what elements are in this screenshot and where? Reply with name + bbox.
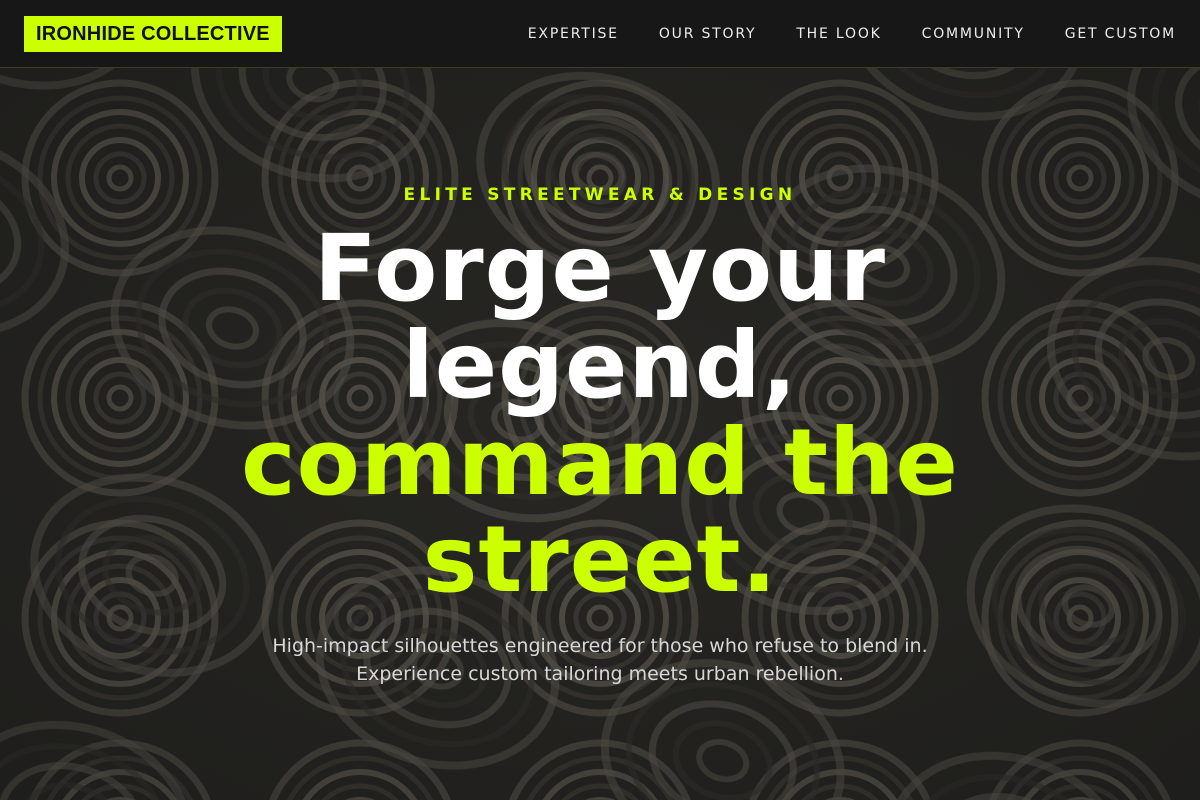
nav-link-get-custom[interactable]: GET CUSTOM: [1065, 26, 1176, 42]
headline-line-2: legend,: [402, 312, 798, 419]
headline-accent-line-1: command the: [241, 409, 959, 516]
hero-headline: Forge your legend, command the street.: [150, 220, 1050, 608]
nav-link-expertise[interactable]: EXPERTISE: [528, 26, 619, 42]
nav-link-community[interactable]: COMMUNITY: [922, 26, 1025, 42]
hero-content: ELITE STREETWEAR & DESIGN Forge your leg…: [0, 68, 1200, 800]
hero-section: ELITE STREETWEAR & DESIGN Forge your leg…: [0, 68, 1200, 800]
headline-line-1: Forge your: [313, 215, 887, 322]
brand-logo[interactable]: IRONHIDE COLLECTIVE: [24, 15, 282, 52]
nav-link-the-look[interactable]: THE LOOK: [796, 26, 881, 42]
nav-link-our-story[interactable]: OUR STORY: [659, 26, 757, 42]
hero-subtitle: High-impact silhouettes engineered for t…: [272, 635, 928, 685]
main-nav: EXPERTISE OUR STORY THE LOOK COMMUNITY G…: [528, 26, 1176, 42]
top-navigation-bar: IRONHIDE COLLECTIVE EXPERTISE OUR STORY …: [0, 0, 1200, 68]
headline-accent-line-2: street.: [422, 506, 778, 613]
hero-eyebrow: ELITE STREETWEAR & DESIGN: [403, 185, 797, 205]
